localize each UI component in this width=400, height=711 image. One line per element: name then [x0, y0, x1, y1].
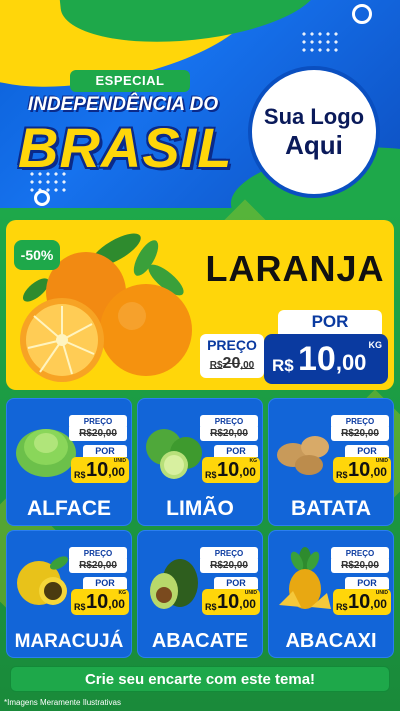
- old-price: R$20,00: [331, 427, 389, 441]
- featured-new-price: R$ 10,00 KG: [264, 334, 388, 384]
- por-label: POR: [83, 445, 127, 457]
- product-card: PREÇO R$20,00 POR R$ 10,00 UNID ALFACE: [6, 398, 132, 526]
- price-cents: ,00: [239, 465, 256, 479]
- old-price: R$20,00: [69, 427, 127, 441]
- new-price: R$ 10,00 UNID: [333, 589, 391, 615]
- old-value: 20: [222, 355, 241, 372]
- currency: R$: [74, 470, 86, 480]
- price-cents: ,00: [370, 465, 387, 479]
- new-price: R$ 10,00 KG: [202, 457, 260, 483]
- unit-label: UNID: [244, 590, 257, 596]
- disclaimer-text: *Imagens Meramente Ilustrativas: [4, 698, 121, 707]
- unit-label: UNID: [375, 458, 388, 464]
- product-name: ABACATE: [151, 630, 249, 652]
- price-cents: ,00: [108, 597, 125, 611]
- header-banner: ESPECIAL INDEPENDÊNCIA DO BRASIL Sua Log…: [0, 0, 400, 208]
- old-price: R$20,00: [200, 427, 258, 441]
- decorative-ring: [352, 4, 372, 24]
- cta-button[interactable]: Crie seu encarte com este tema!: [10, 666, 390, 692]
- price-value: 10: [217, 591, 240, 613]
- decorative-ring: [34, 190, 50, 206]
- unit-label: KG: [118, 590, 127, 596]
- new-price-value: 10,00: [298, 340, 366, 379]
- new-value: 10: [298, 340, 336, 378]
- product-name: LIMÃO: [166, 497, 234, 520]
- currency: R$: [74, 602, 86, 612]
- decorative-dots: [300, 30, 340, 52]
- product-name: ABACAXI: [285, 630, 377, 652]
- logo-line2: Aqui: [285, 130, 343, 160]
- new-price: R$ 10,00 KG: [71, 589, 129, 615]
- new-price: R$ 10,00 UNID: [71, 457, 129, 483]
- new-cents: ,00: [335, 350, 367, 375]
- unit-label: UNID: [113, 458, 126, 464]
- currency: R$: [336, 470, 348, 480]
- price-value: 10: [217, 459, 240, 481]
- price-cents: ,00: [239, 597, 256, 611]
- product-card: PREÇO R$20,00 POR R$ 10,00 UNID BATATA: [268, 398, 394, 526]
- product-name: ALFACE: [27, 497, 111, 520]
- currency: R$: [205, 470, 217, 480]
- especial-label: ESPECIAL: [70, 70, 190, 92]
- old-cents: ,00: [240, 360, 255, 371]
- unit-label: UNID: [375, 590, 388, 596]
- product-card: PREÇO R$20,00 POR R$ 10,00 KG LIMÃO: [137, 398, 263, 526]
- currency: R$: [336, 602, 348, 612]
- price-value: 10: [348, 591, 371, 613]
- currency: R$: [205, 602, 217, 612]
- new-price: R$ 10,00 UNID: [333, 457, 391, 483]
- preco-label: PREÇO: [207, 337, 257, 353]
- price-cents: ,00: [370, 597, 387, 611]
- old-currency: R$: [209, 360, 223, 371]
- por-label: POR: [345, 577, 389, 589]
- logo-placeholder: Sua Logo Aqui: [248, 66, 380, 198]
- old-price: R$20,00: [331, 559, 389, 573]
- product-name: MARACUJÁ: [14, 631, 124, 652]
- title-line2: BRASIL: [18, 116, 233, 179]
- price-value: 10: [86, 591, 109, 613]
- por-label: POR: [214, 577, 258, 589]
- por-label: POR: [345, 445, 389, 457]
- featured-old-price: PREÇO R$20,00: [200, 334, 264, 378]
- old-price: R$20,00: [200, 354, 264, 376]
- unit-label: KG: [368, 340, 383, 350]
- product-card: PREÇO R$20,00 POR R$ 10,00 UNID ABACAXI: [268, 530, 394, 658]
- old-price: R$20,00: [200, 559, 258, 573]
- por-label: POR: [83, 577, 127, 589]
- featured-product-name: LARANJA: [205, 248, 385, 289]
- product-name: BATATA: [290, 497, 372, 520]
- price-value: 10: [348, 459, 371, 481]
- price-cents: ,00: [108, 465, 125, 479]
- por-label: POR: [278, 310, 382, 334]
- new-currency: R$: [272, 356, 294, 375]
- new-price: R$ 10,00 UNID: [202, 589, 260, 615]
- old-price: R$20,00: [69, 559, 127, 573]
- product-card: PREÇO R$20,00 POR R$ 10,00 UNID ABACATE: [137, 530, 263, 658]
- discount-badge: -50%: [14, 240, 60, 270]
- logo-line1: Sua Logo: [263, 104, 365, 129]
- price-value: 10: [86, 459, 109, 481]
- unit-label: KG: [249, 458, 258, 464]
- product-card: PREÇO R$20,00 POR R$ 10,00 KG MARACUJÁ: [6, 530, 132, 658]
- por-label: POR: [214, 445, 258, 457]
